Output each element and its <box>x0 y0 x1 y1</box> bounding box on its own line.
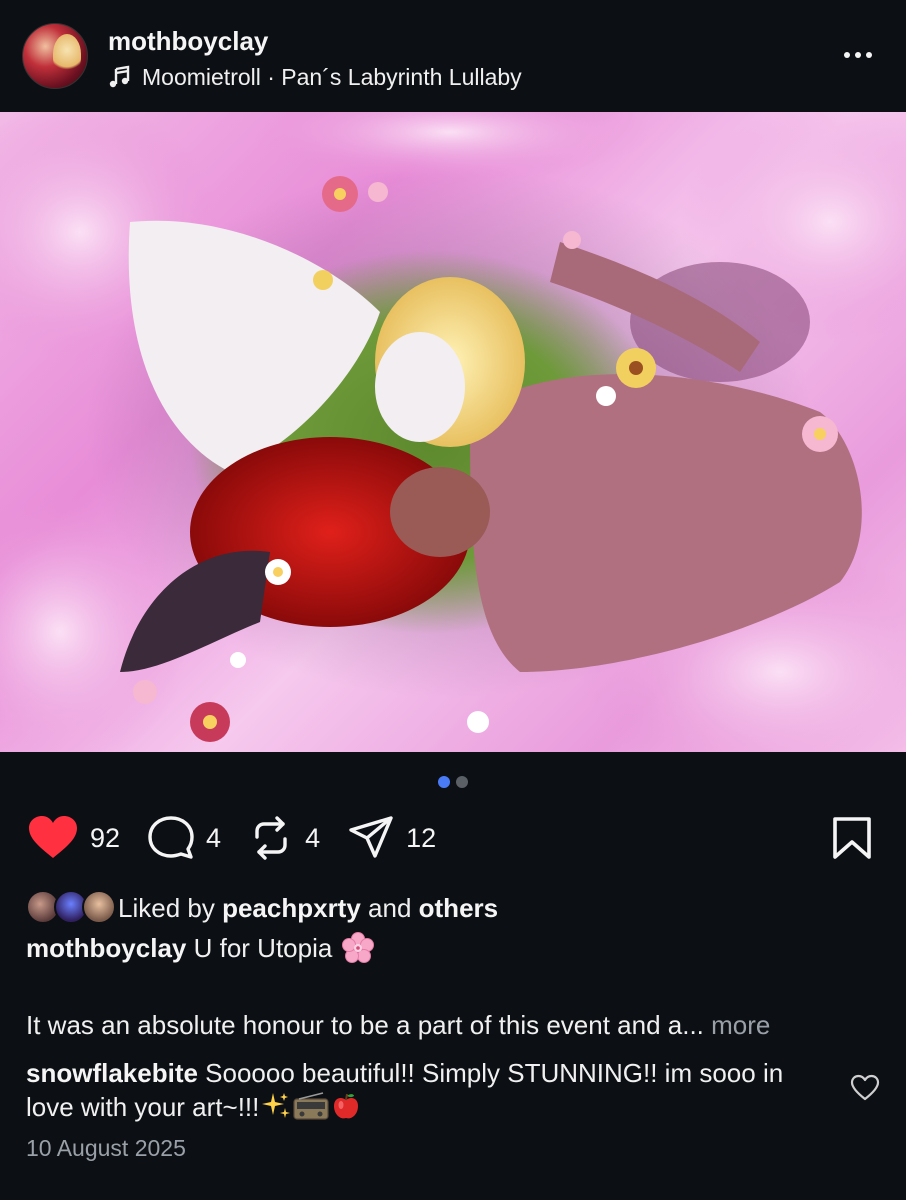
liked-by-prefix: Liked by <box>118 892 223 923</box>
liker-avatar <box>82 890 116 924</box>
red-apple-emoji-icon <box>334 1093 359 1119</box>
comment-bubble-icon[interactable] <box>148 815 194 861</box>
music-track-label: Moomietroll · Pan´s Labyrinth Lullaby <box>142 63 522 90</box>
more-dot <box>866 52 872 58</box>
cherry-blossom-emoji-icon <box>342 932 375 963</box>
body-text-content: It was an absolute honour to be a part o… <box>26 1010 704 1040</box>
post-header: mothboyclay Moomietroll · Pan´s Labyrint… <box>0 0 906 112</box>
caption-username[interactable]: mothboyclay <box>26 933 186 964</box>
post-actions-bar: 92 4 4 12 <box>28 813 464 863</box>
carousel-indicator <box>0 776 906 788</box>
comment-like-heart-icon[interactable] <box>850 1074 880 1102</box>
heart-filled-icon[interactable] <box>28 816 78 860</box>
comment-count: 4 <box>206 822 222 853</box>
top-comment: snowflakebite Sooooo beautiful!! Simply … <box>26 1056 816 1124</box>
liked-by-row[interactable]: Liked by peachpxrty and others <box>26 886 498 930</box>
carousel-dot-active[interactable] <box>438 776 450 788</box>
more-dot <box>855 52 861 58</box>
caption-text: U for Utopia <box>186 932 333 963</box>
music-note-icon <box>109 65 130 88</box>
bookmark-icon[interactable] <box>832 816 872 860</box>
repost-icon[interactable] <box>249 815 293 861</box>
music-attribution[interactable]: Moomietroll · Pan´s Labyrinth Lullaby <box>108 63 522 91</box>
repost-action[interactable]: 4 <box>249 815 320 861</box>
more-dot <box>844 52 850 58</box>
liked-by-others[interactable]: others <box>419 893 498 923</box>
liked-by-text: Liked by peachpxrty and others <box>118 893 498 924</box>
sparkles-emoji-icon <box>262 1093 291 1118</box>
liked-by-middle: and <box>360 892 419 923</box>
liker-avatars <box>26 890 118 926</box>
liked-by-user[interactable]: peachpxrty <box>222 893 361 923</box>
share-action[interactable]: 12 <box>348 815 436 861</box>
radio-emoji-icon <box>293 1092 329 1120</box>
artwork-illustration <box>0 112 906 752</box>
send-paper-plane-icon[interactable] <box>348 815 394 861</box>
author-username[interactable]: mothboyclay <box>108 26 268 57</box>
post-artwork-image[interactable] <box>0 112 906 752</box>
carousel-dot[interactable] <box>456 776 468 788</box>
repost-count: 4 <box>305 822 321 853</box>
share-count: 12 <box>406 822 437 853</box>
comment-username[interactable]: snowflakebite <box>26 1058 198 1088</box>
post-caption: mothboyclay U for Utopia <box>26 932 375 964</box>
post-body-text: It was an absolute honour to be a part o… <box>26 1010 886 1041</box>
more-link[interactable]: more <box>711 1010 770 1040</box>
comment-action[interactable]: 4 <box>148 815 221 861</box>
author-avatar[interactable] <box>22 23 88 89</box>
post-date: 10 August 2025 <box>26 1135 186 1161</box>
more-options-button[interactable] <box>838 40 878 70</box>
like-action[interactable]: 92 <box>28 816 120 860</box>
like-count: 92 <box>90 822 121 853</box>
